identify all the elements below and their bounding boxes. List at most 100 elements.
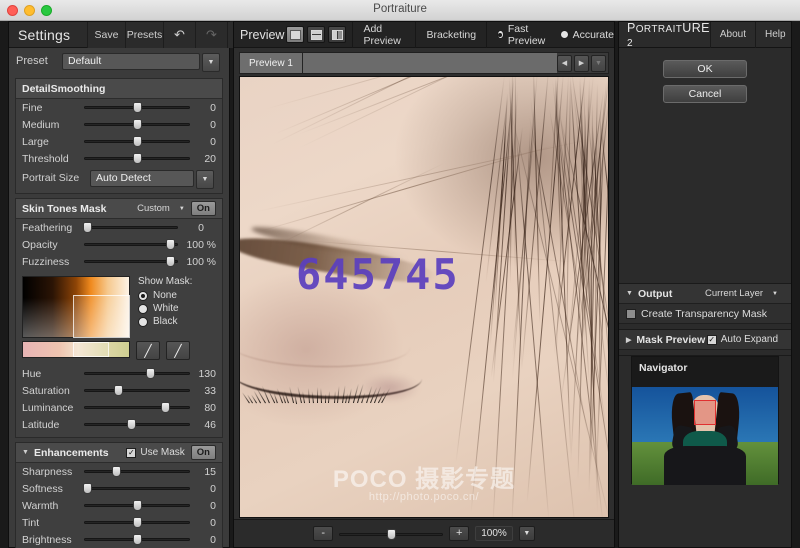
navigator-thumbnail[interactable] (632, 387, 778, 485)
bracketing-button[interactable]: Bracketing (415, 22, 487, 48)
mask-preview-header[interactable]: ▶ Mask Preview ✓ Auto Expand (619, 330, 791, 350)
ok-button[interactable]: OK (663, 60, 747, 78)
chevron-down-icon[interactable]: ▼ (591, 55, 606, 72)
portrait-size-select[interactable]: Auto Detect ▼ (90, 170, 194, 187)
photo-lash (308, 388, 311, 403)
add-preview-button[interactable]: Add Preview (352, 22, 416, 48)
slider-sharpness[interactable] (84, 463, 190, 480)
slider-knob[interactable] (112, 466, 121, 477)
show-mask-option-white[interactable]: White (138, 303, 192, 314)
chevron-down-icon[interactable]: ▼ (179, 206, 185, 212)
triangle-left-icon[interactable]: ◀ (557, 55, 572, 72)
skin-tone-gradient[interactable] (22, 276, 130, 338)
skin-tones-color-sliders: Hue 130 Saturation 33 Luminance 80 Latitude 46 (16, 365, 222, 433)
triangle-right-icon[interactable]: ▶ (574, 55, 589, 72)
enhancements-header[interactable]: ▼ Enhancements ✓ Use Mask On (16, 443, 222, 463)
skin-tones-toggle[interactable]: On (191, 201, 216, 216)
skin-tones-mask-header[interactable]: Skin Tones Mask Custom ▼ On (16, 199, 222, 219)
slider-softness[interactable] (84, 480, 190, 497)
slider-knob[interactable] (83, 483, 92, 494)
chevron-down-icon[interactable]: ▼ (202, 53, 220, 72)
preset-select[interactable]: Default ▼ (62, 53, 200, 70)
photo-lash (325, 394, 326, 403)
view-split-vert-icon[interactable] (328, 26, 346, 43)
chevron-down-icon[interactable]: ▼ (196, 170, 214, 189)
save-button[interactable]: Save (87, 22, 125, 48)
navigator-box[interactable]: Navigator (631, 356, 779, 484)
slider-knob[interactable] (133, 500, 142, 511)
mask-preview-section: ▶ Mask Preview ✓ Auto Expand (619, 329, 791, 350)
triangle-down-icon[interactable]: ▼ (22, 449, 29, 456)
zoom-out-button[interactable]: - (313, 526, 333, 541)
slider-knob[interactable] (133, 534, 142, 545)
chevron-down-icon[interactable]: ▼ (519, 526, 535, 541)
eyedropper-add-icon[interactable]: ╱ (136, 341, 160, 360)
slider-knob[interactable] (127, 419, 136, 430)
preview-tab-1[interactable]: Preview 1 (240, 53, 303, 73)
slider-opacity[interactable] (84, 236, 178, 253)
zoom-in-button[interactable]: + (449, 526, 469, 541)
redo-icon[interactable]: ↷ (195, 22, 227, 48)
preview-image-area[interactable]: 645745 POCO 摄影专题 http://photo.poco.cn/ (239, 76, 609, 518)
enhancements-toggle[interactable]: On (191, 445, 216, 460)
use-mask-checkbox[interactable]: ✓ Use Mask (126, 447, 184, 458)
skin-tones-mode-select[interactable]: Custom ▼ (137, 203, 185, 214)
slider-fine[interactable] (84, 99, 190, 116)
slider-large[interactable] (84, 133, 190, 150)
slider-hue[interactable] (84, 365, 190, 382)
skin-tone-swatch[interactable] (22, 341, 130, 358)
view-single-icon[interactable] (286, 26, 304, 43)
show-mask-option-black[interactable]: Black (138, 316, 192, 327)
photo-lash (297, 386, 302, 403)
help-button[interactable]: Help (755, 22, 795, 48)
slider-brightness[interactable] (84, 531, 190, 548)
about-button[interactable]: About (710, 22, 755, 48)
slider-knob[interactable] (166, 239, 175, 250)
zoom-level-value[interactable]: 100% (475, 526, 513, 541)
show-mask-option-none[interactable]: None (138, 290, 192, 301)
triangle-right-icon[interactable]: ▶ (626, 336, 631, 344)
slider-knob[interactable] (133, 153, 142, 164)
slider-knob[interactable] (166, 256, 175, 267)
slider-luminance[interactable] (84, 399, 190, 416)
slider-knob[interactable] (133, 136, 142, 147)
slider-feathering[interactable] (84, 219, 178, 236)
slider-knob[interactable] (146, 368, 155, 379)
slider-latitude[interactable] (84, 416, 190, 433)
navigator-view-rect[interactable] (694, 400, 716, 425)
eyedropper-subtract-icon[interactable]: ╱ (166, 341, 190, 360)
slider-knob[interactable] (133, 119, 142, 130)
slider-knob[interactable] (133, 517, 142, 528)
quality-fast-preview[interactable]: Fast Preview (497, 23, 549, 47)
slider-knob[interactable] (161, 402, 170, 413)
slider-knob[interactable] (114, 385, 123, 396)
detail-smoothing-header[interactable]: DetailSmoothing (16, 79, 222, 99)
slider-row-fine: Fine 0 (16, 99, 222, 116)
cancel-button[interactable]: Cancel (663, 85, 747, 103)
slider-knob[interactable] (133, 102, 142, 113)
swatch-selection-rect[interactable] (73, 342, 109, 357)
slider-fuzziness[interactable] (84, 253, 178, 270)
presets-button[interactable]: Presets (125, 22, 163, 48)
slider-tint[interactable] (84, 514, 190, 531)
slider-knob[interactable] (83, 222, 92, 233)
slider-saturation[interactable] (84, 382, 190, 399)
slider-warmth[interactable] (84, 497, 190, 514)
view-split-horiz-icon[interactable] (307, 26, 325, 43)
triangle-down-icon[interactable]: ▼ (626, 290, 633, 297)
chevron-down-icon[interactable]: ▼ (772, 291, 778, 297)
output-header[interactable]: ▼ Output Current Layer ▼ (619, 284, 791, 304)
gradient-selection-rect[interactable] (73, 295, 130, 338)
brand-ortrait: ORTRAIT (636, 24, 683, 35)
slider-medium[interactable] (84, 116, 190, 133)
zoom-slider[interactable] (339, 526, 443, 541)
auto-expand-checkbox[interactable]: ✓ Auto Expand (707, 334, 778, 345)
checkbox-icon: ✓ (626, 309, 636, 319)
radio-icon (138, 317, 148, 327)
create-transparency-mask-row[interactable]: ✓ Create Transparency Mask (619, 304, 791, 324)
undo-icon[interactable]: ↶ (163, 22, 195, 48)
output-target-select[interactable]: Current Layer ▼ (705, 288, 778, 299)
quality-accurate[interactable]: Accurate (560, 29, 614, 41)
zoom-slider-knob[interactable] (387, 529, 396, 540)
slider-threshold[interactable] (84, 150, 190, 167)
